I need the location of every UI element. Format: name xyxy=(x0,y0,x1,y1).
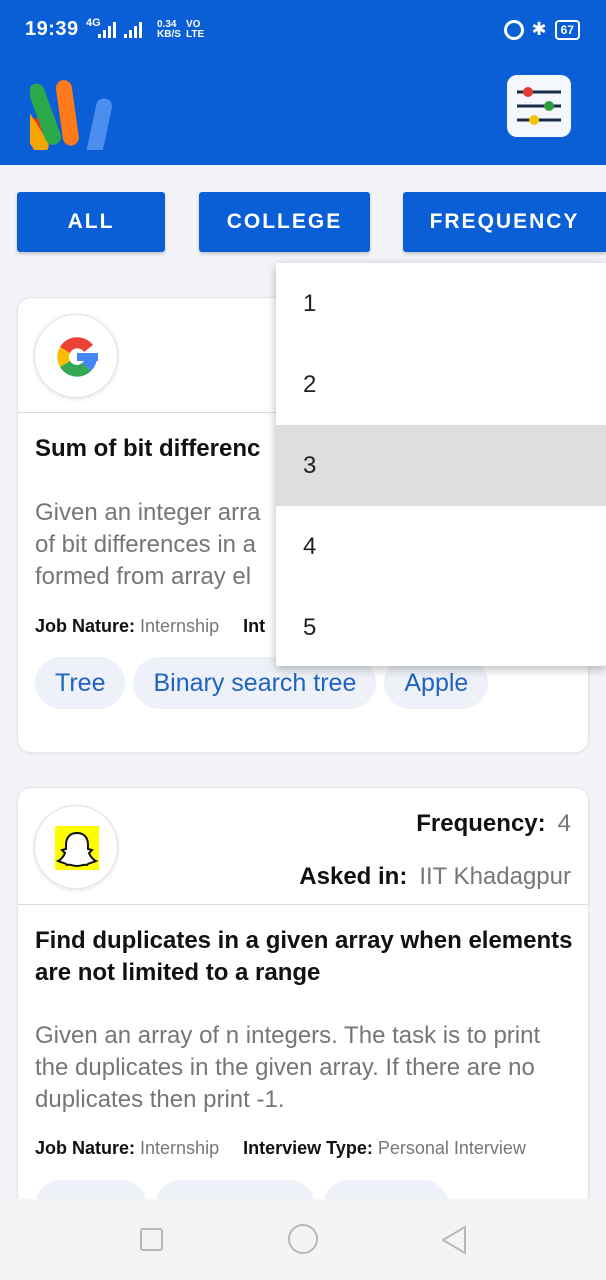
frequency-info: Frequency: 4 xyxy=(416,810,571,838)
recents-icon[interactable] xyxy=(140,1228,163,1251)
tag-chip[interactable]: Tree xyxy=(35,657,126,709)
signal-strength-icon-2 xyxy=(124,22,142,38)
app-bar xyxy=(0,60,606,165)
filter-menu-button[interactable] xyxy=(507,75,571,137)
google-logo-icon xyxy=(34,314,118,398)
battery-icon: 67 xyxy=(554,19,580,40)
job-nature-value: Internship xyxy=(140,616,220,636)
interview-type-label: Int xyxy=(243,616,266,636)
status-time: 19:39 xyxy=(25,18,79,40)
filter-college-button[interactable]: COLLEGE xyxy=(199,192,370,252)
home-icon[interactable] xyxy=(288,1224,318,1254)
interview-type-value: Personal Interview xyxy=(377,1138,526,1158)
interview-type-label: Interview Type: xyxy=(243,1138,373,1158)
alarm-icon xyxy=(503,19,524,40)
asked-in-label: Asked in: xyxy=(299,863,408,890)
back-icon[interactable] xyxy=(440,1225,468,1255)
job-nature-value: Internship xyxy=(140,1138,220,1158)
dropdown-option-4[interactable]: 4 xyxy=(276,506,606,587)
sliders-icon xyxy=(517,87,561,125)
filter-frequency-button[interactable]: FREQUENCY xyxy=(403,192,606,252)
dropdown-option-2[interactable]: 2 xyxy=(276,344,606,425)
question-description: Given an array of n integers. The task i… xyxy=(35,1022,541,1113)
question-title: Find duplicates in a given array when el… xyxy=(35,927,573,986)
card-divider xyxy=(18,904,588,905)
app-logo-icon xyxy=(30,80,113,150)
status-bar: 19:39 4G 0.34 KB/S VO LTE ✱ 67 xyxy=(0,0,606,60)
job-meta: Job Nature: Internship Interview Type: P… xyxy=(35,1138,526,1159)
dropdown-option-1[interactable]: 1 xyxy=(276,263,606,344)
system-nav-bar xyxy=(0,1199,606,1280)
bluetooth-icon: ✱ xyxy=(531,19,547,39)
dropdown-option-5[interactable]: 5 xyxy=(276,587,606,668)
frequency-label: Frequency: xyxy=(416,810,546,837)
network-speed: 0.34 KB/S xyxy=(157,19,181,40)
frequency-dropdown: 1 2 3 4 5 xyxy=(276,263,606,666)
filter-all-button[interactable]: ALL xyxy=(17,192,165,252)
dropdown-option-3[interactable]: 3 xyxy=(276,425,606,506)
volte-indicator: VO LTE xyxy=(186,19,205,40)
signal-strength-icon xyxy=(98,22,116,38)
job-meta: Job Nature: Internship Int xyxy=(35,616,265,637)
asked-in-info: Asked in: IIT Khadagpur xyxy=(299,863,571,891)
asked-in-value: IIT Khadagpur xyxy=(419,863,571,890)
frequency-value: 4 xyxy=(557,810,571,837)
job-nature-label: Job Nature: xyxy=(35,616,136,636)
question-card[interactable]: Frequency: 4 Asked in: IIT Khadagpur Find … xyxy=(17,787,589,1227)
job-nature-label: Job Nature: xyxy=(35,1138,136,1158)
snapchat-logo-icon xyxy=(34,805,118,889)
